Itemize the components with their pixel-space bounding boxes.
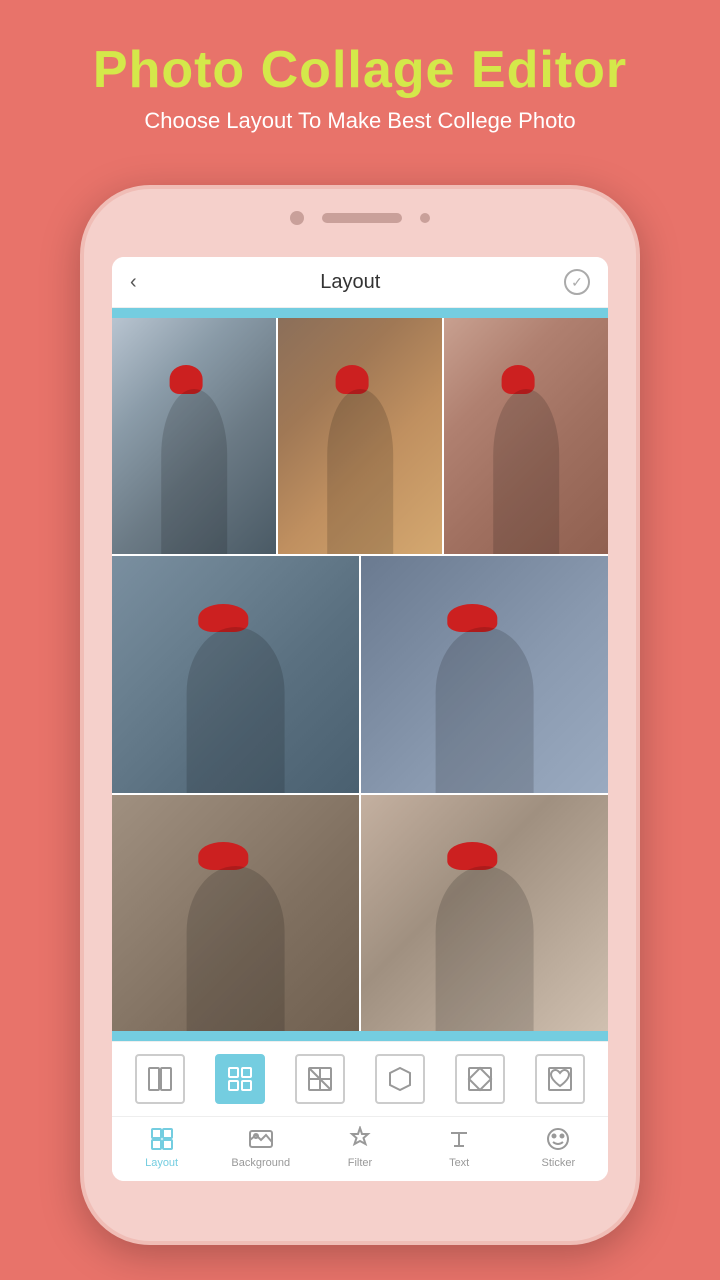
screen-title: Layout [320, 271, 380, 294]
layout-option-diagonal[interactable] [295, 1054, 345, 1104]
photo-cell-5[interactable] [361, 556, 608, 792]
photo-row-2 [112, 556, 608, 794]
layout-option-hexagon[interactable] [375, 1054, 425, 1104]
layout-icon [148, 1125, 176, 1153]
photo-row-1 [112, 318, 608, 556]
phone-camera [290, 211, 304, 225]
app-title: Photo Collage Editor [0, 40, 720, 100]
photo-cell-4[interactable] [112, 556, 361, 792]
background-label: Background [231, 1157, 290, 1169]
photo-cell-3[interactable] [444, 318, 608, 554]
layout-selector [112, 1041, 608, 1116]
app-header: ‹ Layout ✓ [112, 257, 608, 308]
text-label: Text [449, 1157, 469, 1169]
header-section: Photo Collage Editor Choose Layout To Ma… [0, 0, 720, 154]
sticker-icon [544, 1125, 572, 1153]
layout-option-heart[interactable] [535, 1054, 585, 1104]
back-button[interactable]: ‹ [130, 271, 137, 294]
nav-item-text[interactable]: Text [424, 1125, 494, 1169]
nav-item-background[interactable]: Background [226, 1125, 296, 1169]
sticker-label: Sticker [542, 1157, 576, 1169]
phone-frame: ‹ Layout ✓ [80, 185, 640, 1245]
photo-grid [112, 318, 608, 1031]
layout-option-two-col[interactable] [135, 1054, 185, 1104]
confirm-button[interactable]: ✓ [564, 269, 590, 295]
phone-notch [290, 211, 430, 225]
layout-option-four-grid[interactable] [215, 1054, 265, 1104]
photo-cell-2[interactable] [278, 318, 444, 554]
photo-cell-6[interactable] [112, 795, 361, 1031]
filter-label: Filter [348, 1157, 372, 1169]
bottom-accent-bar [112, 1031, 608, 1041]
top-accent-bar [112, 308, 608, 318]
phone-sensor [420, 213, 430, 223]
app-subtitle: Choose Layout To Make Best College Photo [0, 108, 720, 134]
photo-row-3 [112, 795, 608, 1031]
nav-item-sticker[interactable]: Sticker [523, 1125, 593, 1169]
nav-item-layout[interactable]: Layout [127, 1125, 197, 1169]
filter-icon [346, 1125, 374, 1153]
phone-screen: ‹ Layout ✓ [112, 257, 608, 1181]
photo-cell-1[interactable] [112, 318, 278, 554]
layout-label: Layout [145, 1157, 178, 1169]
layout-option-diamond[interactable] [455, 1054, 505, 1104]
background-icon [247, 1125, 275, 1153]
bottom-nav: Layout Background [112, 1116, 608, 1181]
photo-cell-7[interactable] [361, 795, 608, 1031]
text-icon [445, 1125, 473, 1153]
nav-item-filter[interactable]: Filter [325, 1125, 395, 1169]
phone-speaker [322, 213, 402, 223]
